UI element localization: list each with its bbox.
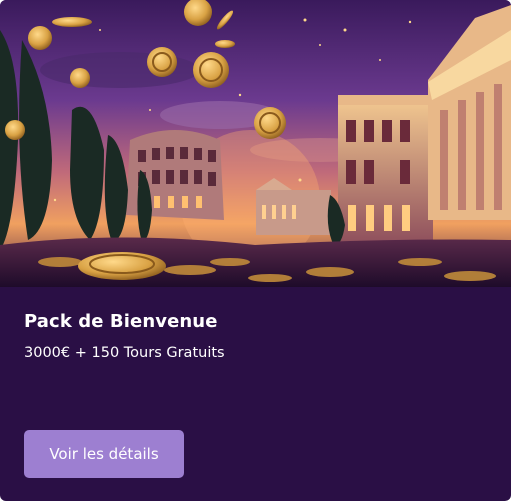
offer-card: Pack de Bienvenue 3000€ + 150 Tours Grat…: [0, 0, 511, 501]
hero-image: [0, 0, 511, 287]
offer-subtitle: 3000€ + 150 Tours Gratuits: [24, 345, 225, 361]
offer-title: Pack de Bienvenue: [24, 311, 218, 332]
view-details-button[interactable]: Voir les détails: [24, 430, 184, 478]
